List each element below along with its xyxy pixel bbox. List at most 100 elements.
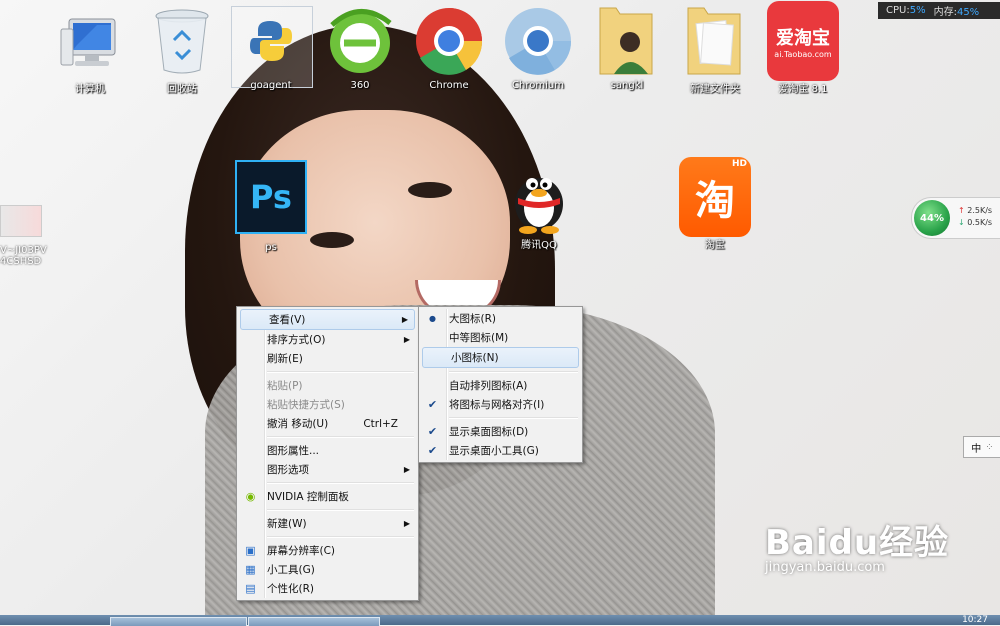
desktop-icon-360[interactable]: 360 xyxy=(317,4,403,91)
menu-item[interactable]: 刷新(E) xyxy=(239,349,416,368)
aitaobao-icon: 爱淘宝 ai.Taobao.com xyxy=(767,1,839,81)
thumbnail-icon xyxy=(0,205,42,237)
browser-360-icon xyxy=(324,4,396,78)
menu-item[interactable]: 中等图标(M) xyxy=(421,328,580,347)
download-speed: 0.5K/s xyxy=(967,218,993,227)
baidu-watermark: Baidu经验 jingyan.baidu.com xyxy=(765,515,949,575)
menu-shortcut: Ctrl+Z xyxy=(363,417,398,430)
desktop-icon-taobao[interactable]: 淘 HD 淘宝 xyxy=(672,157,758,251)
taobao-icon: 淘 HD xyxy=(679,157,751,237)
desktop-icon-recycle-bin[interactable]: 回收站 xyxy=(139,4,225,95)
network-speed-widget[interactable]: 44% ↑ 2.5K/s ↓ 0.5K/s xyxy=(911,197,1000,239)
radio-dot-icon: ● xyxy=(429,314,436,323)
icon-label: 360 xyxy=(350,80,370,91)
icon-label: 计算机 xyxy=(75,84,105,95)
desktop-icon-partial[interactable]: V~JI03PV 4CSHSD xyxy=(0,205,47,267)
menu-item-label: 个性化(R) xyxy=(267,583,314,595)
menu-item[interactable]: 撤消 移动(U) Ctrl+Z xyxy=(239,414,416,433)
aitaobao-logo-text: 爱淘宝 xyxy=(776,27,830,49)
menu-item-label: 小图标(N) xyxy=(451,352,499,364)
watermark-brand: Baidu xyxy=(765,523,880,563)
qq-penguin-icon xyxy=(503,160,575,234)
menu-separator xyxy=(449,417,578,419)
menu-item-label: 图形选项 xyxy=(267,464,309,476)
taskbar-clock[interactable]: 10:27 xyxy=(962,615,988,625)
menu-item[interactable]: 图形属性... xyxy=(239,441,416,460)
desktop-icon-chromium[interactable]: Chromium xyxy=(495,4,581,91)
view-submenu: ● 大图标(R) 中等图标(M) 小图标(N) 自动排列图标(A) ✔ 将图标与网格对齐(I… xyxy=(418,306,583,463)
taobao-logo-text: 淘 xyxy=(695,178,735,224)
menu-item[interactable]: 自动排列图标(A) xyxy=(421,376,580,395)
wallpaper-eye xyxy=(310,232,354,248)
checkmark-icon: ✔ xyxy=(427,444,438,457)
ime-options-icon: ⁘ xyxy=(985,441,994,453)
menu-separator xyxy=(449,371,578,373)
user-folder-icon xyxy=(591,4,663,78)
menu-separator xyxy=(267,436,414,438)
menu-item[interactable]: ◉ NVIDIA 控制面板 xyxy=(239,487,416,506)
menu-item-label: 屏幕分辨率(C) xyxy=(267,545,336,557)
menu-item[interactable]: ✔ 将图标与网格对齐(I) xyxy=(421,395,580,414)
menu-item[interactable]: 图形选项 ▶ xyxy=(239,460,416,479)
menu-item-label: 图形属性... xyxy=(267,445,320,457)
desktop-icon-ps[interactable]: Ps ps xyxy=(228,160,314,253)
desktop-icon-computer[interactable]: 计算机 xyxy=(47,4,133,95)
desktop-icon-chrome[interactable]: Chrome xyxy=(406,4,492,91)
recycle-bin-icon xyxy=(146,4,218,78)
submenu-arrow-icon: ▶ xyxy=(403,465,410,474)
menu-item-label: 粘贴快捷方式(S) xyxy=(267,399,345,411)
network-usage-ball: 44% xyxy=(914,200,950,236)
icon-label: 淘宝 xyxy=(705,240,725,251)
menu-item[interactable]: 新建(W) ▶ xyxy=(239,514,416,533)
menu-item-label: 大图标(R) xyxy=(449,313,496,325)
menu-separator xyxy=(267,536,414,538)
menu-separator xyxy=(267,371,414,373)
menu-item[interactable]: ▦ 小工具(G) xyxy=(239,560,416,579)
icon-label: 腾讯QQ xyxy=(521,240,557,251)
menu-item[interactable]: 查看(V) ▶ xyxy=(240,309,415,330)
menu-item[interactable]: ✔ 显示桌面图标(D) xyxy=(421,422,580,441)
checkmark-icon: ✔ xyxy=(427,398,438,411)
desktop-context-menu: 查看(V) ▶ 排序方式(O) ▶ 刷新(E) 粘贴(P) 粘贴快捷方式(S) 撤消 移动(U… xyxy=(236,306,419,601)
menu-item[interactable]: 小图标(N) xyxy=(422,347,579,368)
display-icon: ▣ xyxy=(245,544,256,557)
ps-logo-text: Ps xyxy=(235,160,307,234)
upload-speed: 2.5K/s xyxy=(967,206,993,215)
menu-item[interactable]: ● 大图标(R) xyxy=(421,309,580,328)
menu-item: 粘贴(P) xyxy=(239,376,416,395)
memory-label: 内存: xyxy=(933,7,957,18)
desktop-icon-goagent[interactable]: goagent xyxy=(228,4,314,91)
icon-label: Chromium xyxy=(512,80,564,91)
python-icon xyxy=(235,4,307,78)
icon-label: V~JI03PV xyxy=(0,245,47,256)
menu-item-label: 显示桌面图标(D) xyxy=(449,426,529,438)
menu-item[interactable]: ✔ 显示桌面小工具(G) xyxy=(421,441,580,460)
menu-item-label: 将图标与网格对齐(I) xyxy=(449,399,545,411)
memory-value: 45% xyxy=(956,7,980,18)
performance-widget[interactable]: CPU:5% 内存:45% xyxy=(878,2,1000,19)
wallpaper-eye xyxy=(408,182,452,198)
desktop-icon-sangkl[interactable]: sangkl xyxy=(584,4,670,91)
desktop-icon-qq[interactable]: 腾讯QQ xyxy=(496,160,582,251)
nvidia-icon: ◉ xyxy=(245,490,256,503)
menu-item[interactable]: ▤ 个性化(R) xyxy=(239,579,416,598)
icon-label: ps xyxy=(265,242,277,253)
menu-item-label: NVIDIA 控制面板 xyxy=(267,491,349,503)
watermark-brand-cn: 经验 xyxy=(879,523,950,563)
icon-label: 爱淘宝 8.1 xyxy=(778,84,828,95)
submenu-arrow-icon: ▶ xyxy=(403,335,410,344)
submenu-arrow-icon: ▶ xyxy=(401,315,408,324)
menu-separator xyxy=(267,482,414,484)
ime-language-bar[interactable]: 中 ⁘ xyxy=(963,436,1000,458)
cpu-value: 5% xyxy=(909,5,926,16)
photoshop-icon: Ps xyxy=(235,160,307,234)
menu-item-label: 新建(W) xyxy=(267,518,307,530)
icon-label: goagent xyxy=(250,80,292,91)
menu-item-label: 查看(V) xyxy=(269,314,306,326)
menu-item[interactable]: ▣ 屏幕分辨率(C) xyxy=(239,541,416,560)
desktop-icon-aitaobao[interactable]: 爱淘宝 ai.Taobao.com 爱淘宝 8.1 xyxy=(760,1,846,95)
chromium-icon xyxy=(502,4,574,78)
desktop-icon-new-folder[interactable]: 新建文件夹 xyxy=(672,4,758,95)
menu-item[interactable]: 排序方式(O) ▶ xyxy=(239,330,416,349)
ime-mode-label: 中 xyxy=(971,443,982,455)
